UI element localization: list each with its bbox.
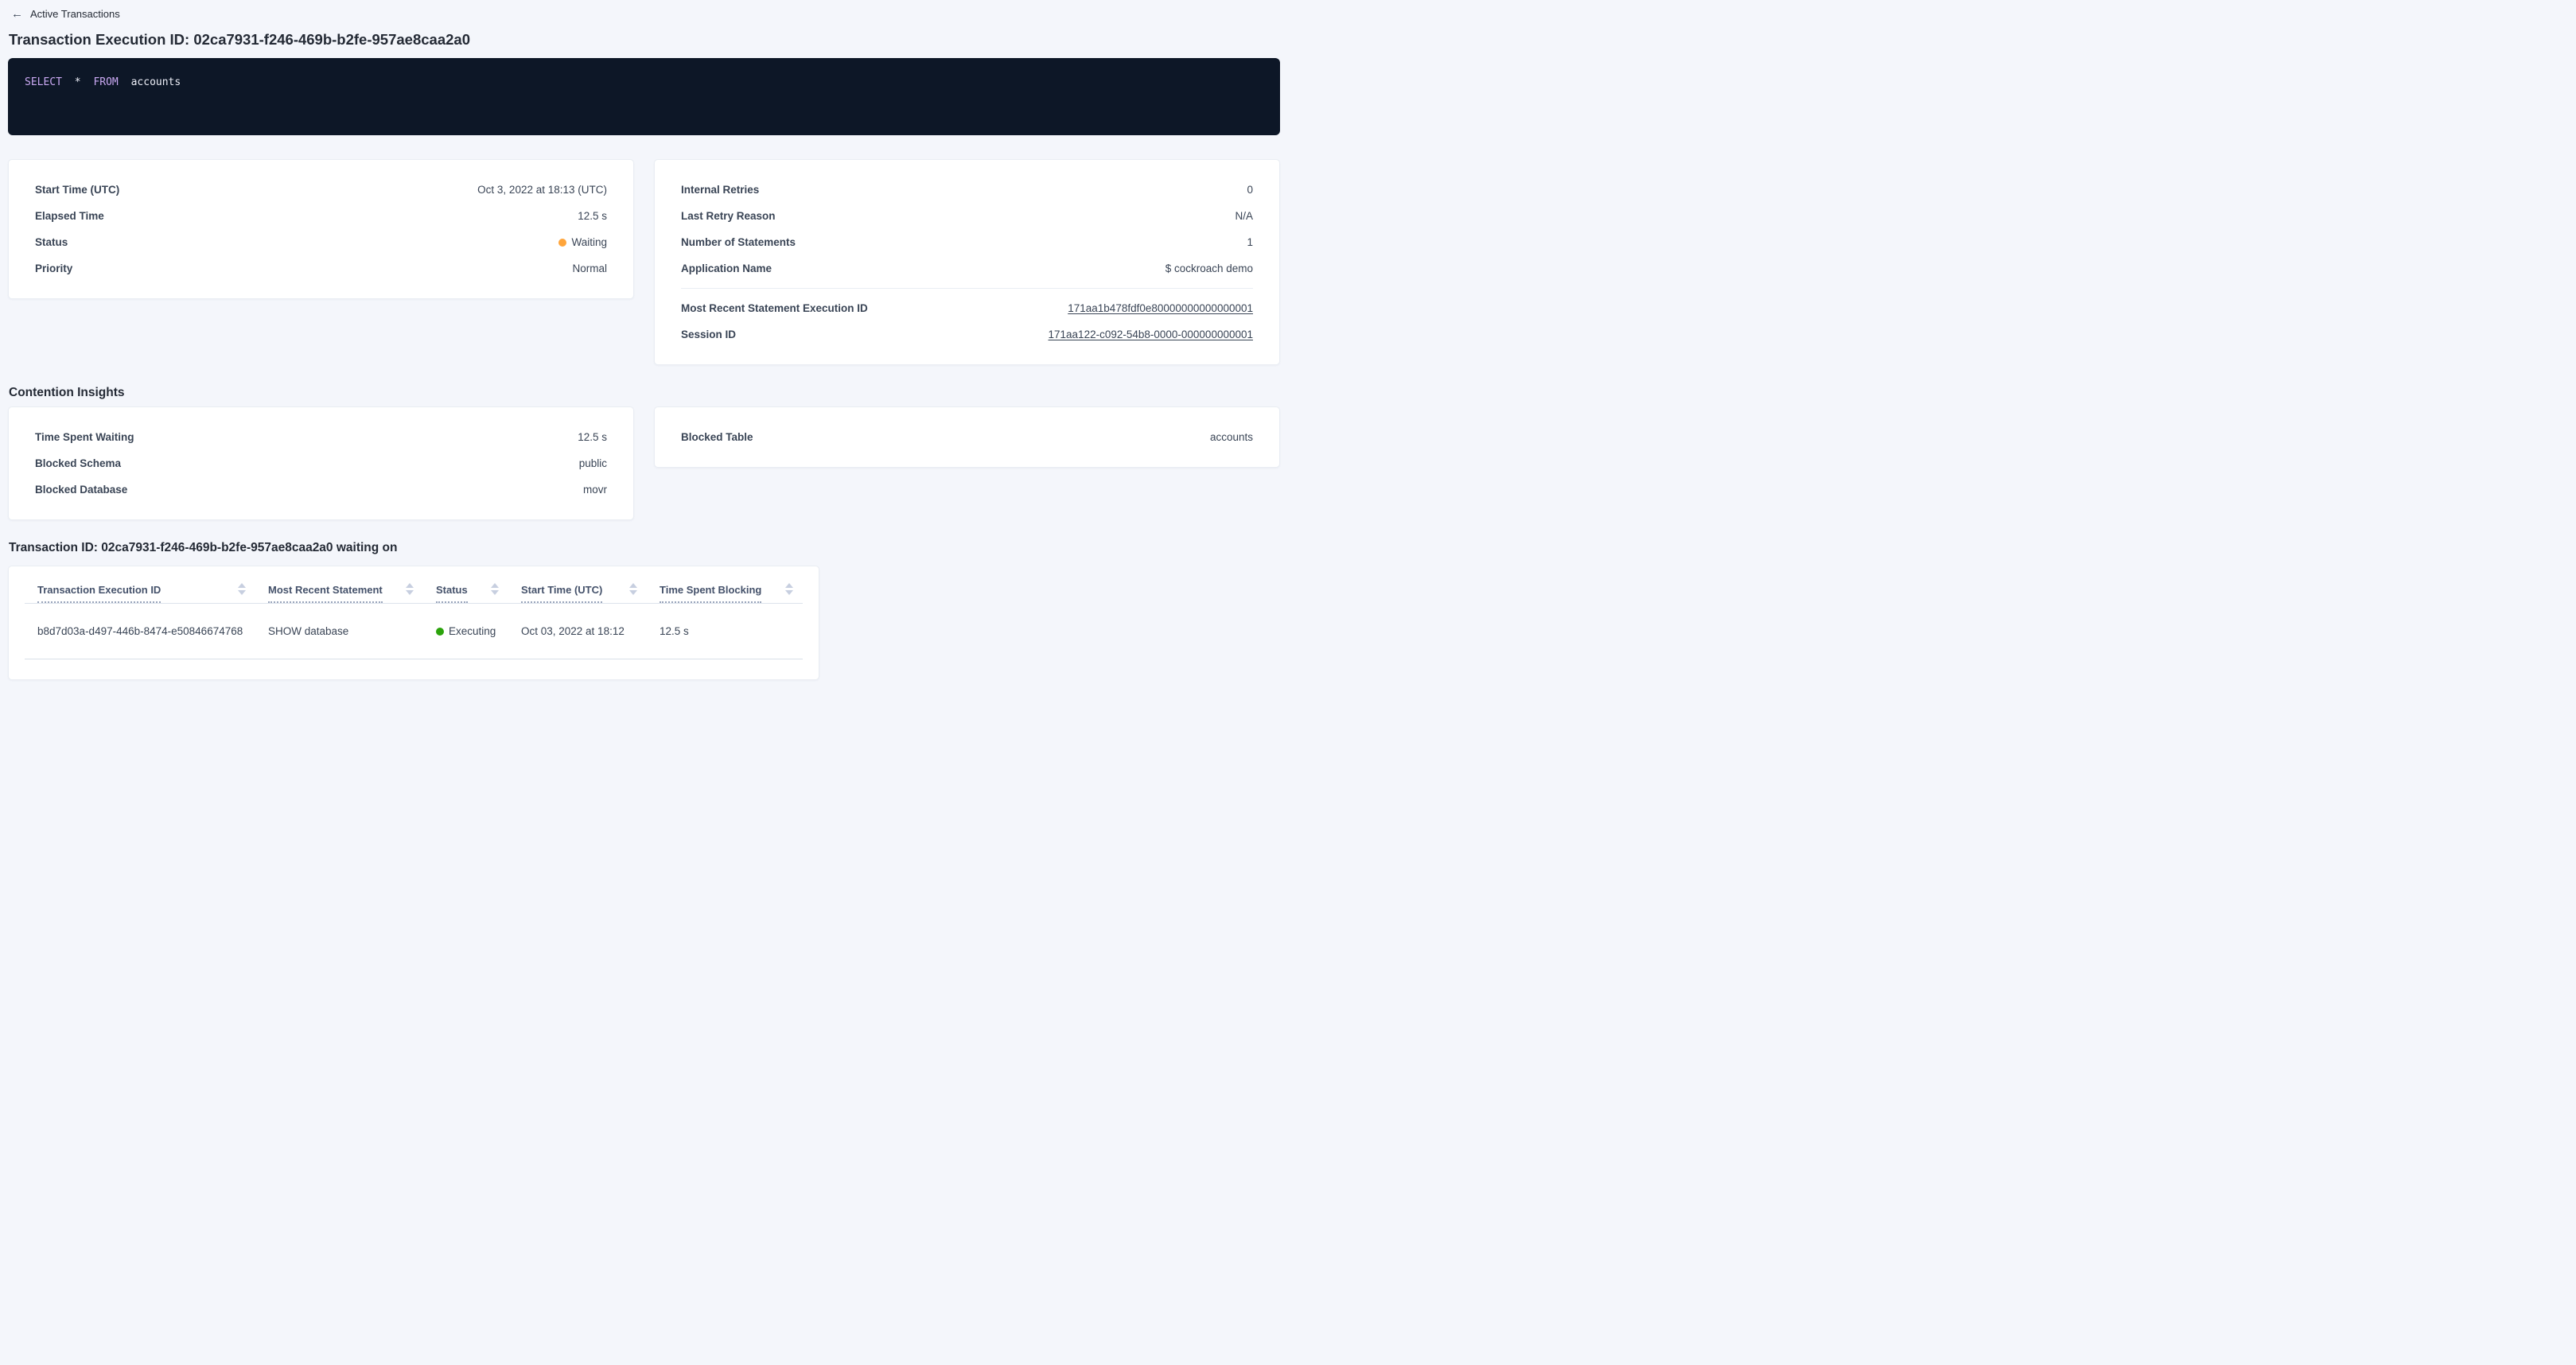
row-label: Status [35,236,68,248]
cell-status: Executing [423,625,508,637]
status-text: Waiting [571,236,607,248]
blocked-table-card: Blocked Table accounts [654,406,1280,468]
row-label: Elapsed Time [35,210,104,222]
row-label: Session ID [681,329,736,340]
summary-row-internal-retries: Internal Retries 0 [681,177,1253,203]
row-label: Time Spent Waiting [35,431,134,443]
summary-row-number-of-statements: Number of Statements 1 [681,229,1253,255]
overview-section: Start Time (UTC) Oct 3, 2022 at 18:13 (U… [8,159,1280,365]
back-button[interactable]: ← Active Transactions [8,6,128,21]
summary-row-start-time: Start Time (UTC) Oct 3, 2022 at 18:13 (U… [35,177,607,203]
statement-execution-id-link[interactable]: 171aa1b478fdf0e80000000000000001 [1068,302,1253,314]
row-label: Number of Statements [681,236,796,248]
card-divider [681,288,1253,289]
summary-row-last-retry-reason: Last Retry Reason N/A [681,203,1253,229]
summary-row-blocked-table: Blocked Table accounts [681,424,1253,450]
summary-row-priority: Priority Normal [35,255,607,282]
row-label: Blocked Schema [35,457,121,469]
contention-insights-heading: Contention Insights [9,386,1280,400]
sort-down-icon [406,590,414,595]
contention-section: Time Spent Waiting 12.5 s Blocked Schema… [8,406,1280,520]
session-id-link[interactable]: 171aa122-c092-54b8-0000-000000000001 [1049,329,1253,340]
summary-row-blocked-database: Blocked Database movr [35,476,607,503]
row-value: accounts [1210,431,1253,443]
sort-icon[interactable] [491,583,499,595]
row-label: Most Recent Statement Execution ID [681,302,868,314]
table-row: b8d7d03a-d497-446b-8474-e50846674768 SHO… [25,604,803,659]
row-value: Oct 3, 2022 at 18:13 (UTC) [477,184,607,196]
row-label: Internal Retries [681,184,759,196]
back-arrow-icon: ← [11,8,23,20]
transaction-details-card: Internal Retries 0 Last Retry Reason N/A… [654,159,1280,365]
cell-most-recent-statement: SHOW database [255,625,423,637]
sql-keyword-select: SELECT [25,76,62,88]
summary-row-status: Status Waiting [35,229,607,255]
column-header-label: Transaction Execution ID [37,584,161,603]
waiting-transactions-table: Transaction Execution ID Most Recent Sta… [8,566,819,680]
sql-table-name: accounts [131,76,181,88]
summary-row-blocked-schema: Blocked Schema public [35,450,607,476]
column-header-status[interactable]: Status [423,583,508,603]
sql-star-operator: * [75,76,81,88]
sort-icon[interactable] [406,583,414,595]
row-value: 0 [1247,184,1253,196]
row-value: N/A [1235,210,1253,222]
column-header-label: Most Recent Statement [268,584,383,603]
summary-row-time-spent-waiting: Time Spent Waiting 12.5 s [35,424,607,450]
row-label: Application Name [681,262,772,274]
cell-start-time: Oct 03, 2022 at 18:12 [508,625,647,637]
row-value: 1 [1247,236,1253,248]
page-title: Transaction Execution ID: 02ca7931-f246-… [9,31,1280,49]
sort-down-icon [238,590,246,595]
column-header-label: Start Time (UTC) [521,584,602,603]
sort-up-icon [491,583,499,588]
row-label: Priority [35,262,72,274]
sort-icon[interactable] [785,583,793,595]
column-header-time-spent-blocking[interactable]: Time Spent Blocking [647,583,803,603]
sort-up-icon [785,583,793,588]
status-badge: Waiting [558,236,607,248]
waiting-status-dot [558,239,566,247]
sql-keyword-from: FROM [93,76,118,88]
column-header-start-time[interactable]: Start Time (UTC) [508,583,647,603]
row-label: Last Retry Reason [681,210,776,222]
sort-up-icon [629,583,637,588]
summary-row-statement-execution-id: Most Recent Statement Execution ID 171aa… [681,295,1253,321]
row-value: 12.5 s [578,431,607,443]
row-value: movr [583,484,607,496]
sort-down-icon [785,590,793,595]
table-header-row: Transaction Execution ID Most Recent Sta… [25,566,803,604]
column-header-label: Status [436,584,468,603]
sort-down-icon [629,590,637,595]
summary-row-session-id: Session ID 171aa122-c092-54b8-0000-00000… [681,321,1253,348]
row-value: 12.5 s [578,210,607,222]
cell-time-spent-blocking: 12.5 s [647,625,803,637]
row-label: Start Time (UTC) [35,184,119,196]
executing-status-dot [436,628,444,636]
row-value: public [579,457,607,469]
waiting-on-heading: Transaction ID: 02ca7931-f246-469b-b2fe-… [9,541,1280,555]
sort-icon[interactable] [238,583,246,595]
back-button-label: Active Transactions [30,8,120,20]
cell-transaction-execution-id: b8d7d03a-d497-446b-8474-e50846674768 [25,625,255,637]
sort-down-icon [491,590,499,595]
sql-statement-box: SELECT * FROM accounts [8,58,1280,135]
column-header-most-recent-statement[interactable]: Most Recent Statement [255,583,423,603]
row-value: $ cockroach demo [1165,262,1253,274]
sort-up-icon [238,583,246,588]
row-value: Normal [572,262,607,274]
summary-row-application-name: Application Name $ cockroach demo [681,255,1253,282]
status-text: Executing [449,625,496,637]
column-header-transaction-execution-id[interactable]: Transaction Execution ID [25,583,255,603]
column-header-label: Time Spent Blocking [660,584,761,603]
row-label: Blocked Table [681,431,753,443]
sort-up-icon [406,583,414,588]
summary-row-elapsed-time: Elapsed Time 12.5 s [35,203,607,229]
sql-statement: SELECT * FROM accounts [25,76,1263,88]
contention-waiting-card: Time Spent Waiting 12.5 s Blocked Schema… [8,406,634,520]
row-label: Blocked Database [35,484,127,496]
sort-icon[interactable] [629,583,637,595]
transaction-timing-card: Start Time (UTC) Oct 3, 2022 at 18:13 (U… [8,159,634,299]
